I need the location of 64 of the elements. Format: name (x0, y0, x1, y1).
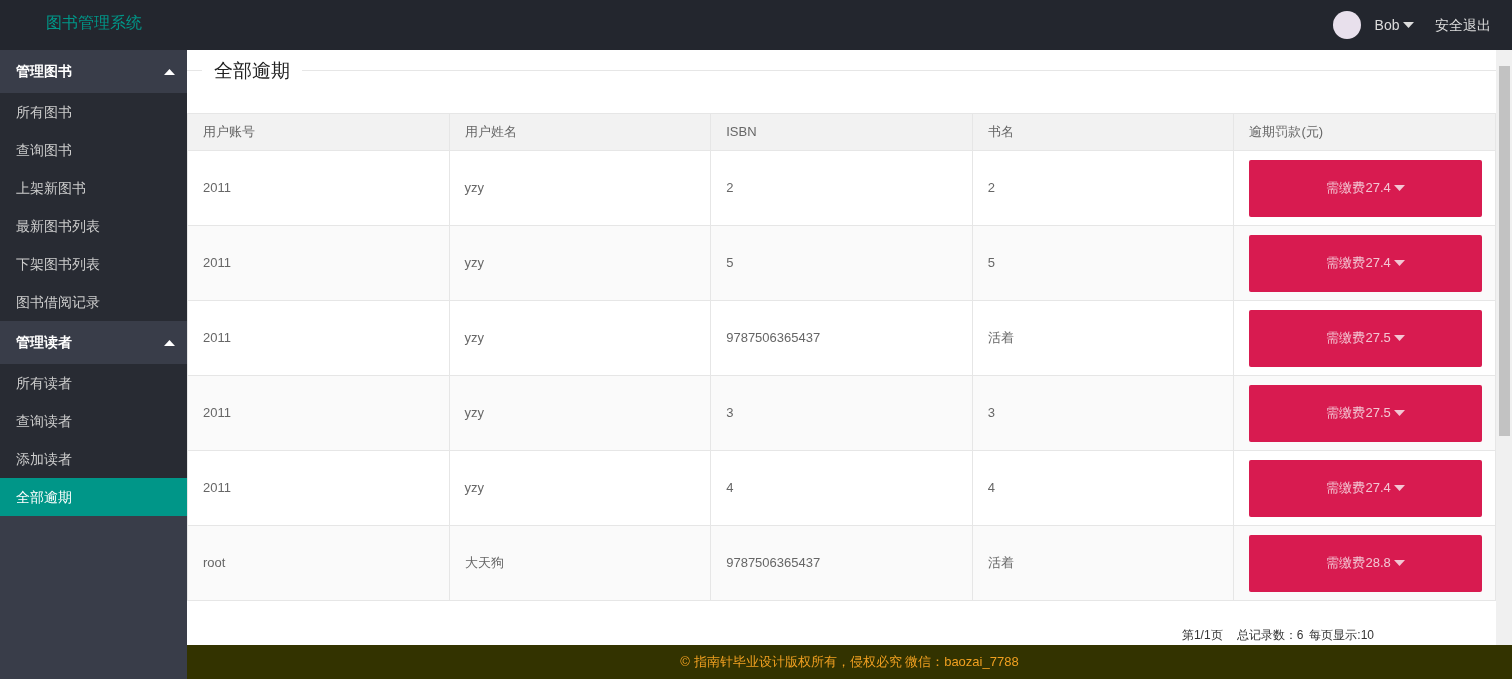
table-cell: yzy (449, 375, 711, 451)
fine-dropdown-button[interactable]: 需缴费27.5 (1249, 309, 1483, 367)
column-header: 用户姓名 (449, 113, 711, 151)
table-cell: 2011 (187, 450, 450, 526)
table-cell: root (187, 525, 450, 601)
table-cell: yzy (449, 450, 711, 526)
total-records: 总记录数：6 (1236, 627, 1304, 644)
caret-down-icon (1394, 485, 1406, 491)
user-menu[interactable]: Bob (1374, 14, 1414, 36)
fine-dropdown-button[interactable]: 需缴费27.4 (1249, 159, 1483, 217)
caret-up-icon (164, 339, 175, 346)
sidebar-item[interactable]: 上架新图书 (0, 169, 187, 207)
caret-down-icon (1394, 560, 1406, 566)
sidebar-item[interactable]: 下架图书列表 (0, 245, 187, 283)
caret-down-icon (1394, 335, 1406, 341)
sidebar-item[interactable]: 全部逾期 (0, 478, 187, 516)
table-cell: 9787506365437 (710, 525, 973, 601)
table-cell: 2011 (187, 225, 450, 301)
sidebar-item[interactable]: 图书借阅记录 (0, 283, 187, 321)
table-cell: 5 (972, 225, 1234, 301)
scrollbar[interactable] (1496, 50, 1512, 645)
sidebar-item[interactable]: 所有图书 (0, 93, 187, 131)
fine-dropdown-button[interactable]: 需缴费28.8 (1249, 534, 1483, 592)
logout-link[interactable]: 安全退出 (1435, 14, 1491, 36)
fine-dropdown-button[interactable]: 需缴费27.4 (1249, 234, 1483, 292)
table-cell: yzy (449, 225, 711, 301)
table-cell: 9787506365437 (710, 300, 973, 376)
table-cell: 4 (710, 450, 973, 526)
caret-down-icon (1394, 185, 1406, 191)
fine-dropdown-button[interactable]: 需缴费27.5 (1249, 384, 1483, 442)
page-title: 全部逾期 (213, 59, 291, 83)
table-cell: yzy (449, 300, 711, 376)
sidebar-item[interactable]: 所有读者 (0, 364, 187, 402)
fine-dropdown-button[interactable]: 需缴费27.4 (1249, 459, 1483, 517)
table-cell: 4 (972, 450, 1234, 526)
page-size: 每页显示:10 (1309, 627, 1374, 644)
table-cell: 大天狗 (449, 525, 711, 601)
table-cell: 活着 (972, 300, 1234, 376)
column-header: 书名 (972, 113, 1234, 151)
sidebar-item[interactable]: 查询读者 (0, 402, 187, 440)
table-cell: 3 (972, 375, 1234, 451)
app-title: 图书管理系统 (46, 13, 142, 33)
column-header: 逾期罚款(元) (1233, 113, 1496, 151)
table-cell: 2 (710, 150, 973, 226)
table-cell: 2011 (187, 150, 450, 226)
column-header: 用户账号 (187, 113, 450, 151)
table-cell: 2 (972, 150, 1234, 226)
column-header: ISBN (710, 113, 973, 151)
table-cell: 2011 (187, 375, 450, 451)
caret-down-icon (1394, 260, 1406, 266)
table-cell: 活着 (972, 525, 1234, 601)
sidebar-item[interactable]: 查询图书 (0, 131, 187, 169)
sidebar-item[interactable]: 最新图书列表 (0, 207, 187, 245)
table-cell: 5 (710, 225, 973, 301)
table-cell: 3 (710, 375, 973, 451)
table-cell: 2011 (187, 300, 450, 376)
caret-down-icon (1394, 410, 1406, 416)
user-avatar (1332, 11, 1361, 39)
caret-down-icon (1403, 22, 1414, 28)
table-cell: yzy (449, 150, 711, 226)
caret-up-icon (164, 68, 175, 75)
page-indicator: 第1/1页 (1181, 627, 1223, 644)
sidebar-item[interactable]: 添加读者 (0, 440, 187, 478)
footer-text: © 指南针毕业设计版权所有，侵权必究 微信：baozai_7788 (680, 653, 1019, 672)
